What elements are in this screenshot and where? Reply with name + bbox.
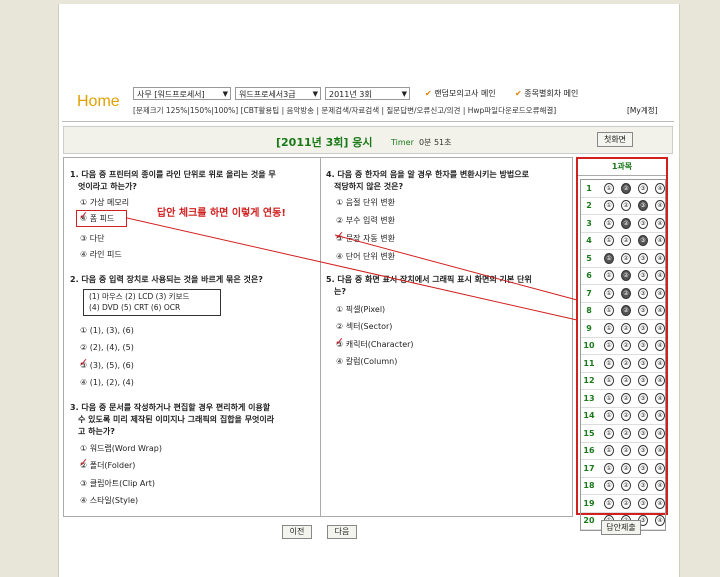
connector-line [126,217,578,321]
prev-button[interactable]: 이전 [282,525,312,539]
connector-line [334,234,578,301]
submit-button[interactable]: 답안제출 [601,520,641,535]
connector-lines [126,217,578,321]
next-button[interactable]: 다음 [327,525,357,539]
